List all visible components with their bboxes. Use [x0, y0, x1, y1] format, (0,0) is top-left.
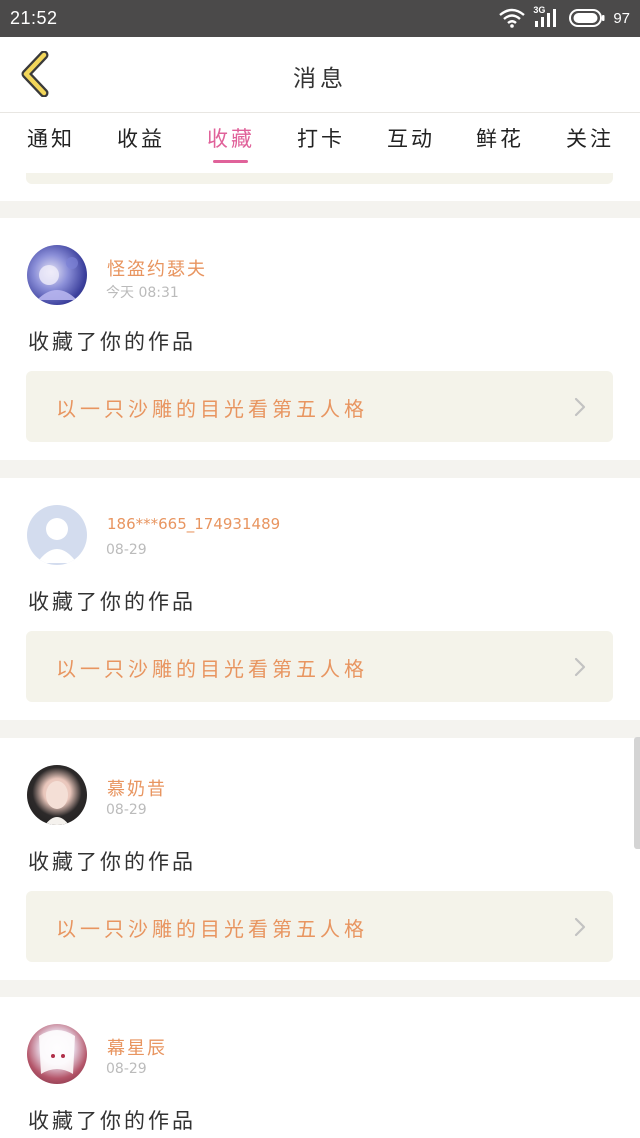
previous-work-link[interactable]	[26, 173, 613, 184]
avatar[interactable]	[27, 1024, 87, 1084]
user-name[interactable]: 幕星辰	[107, 1034, 167, 1060]
tab-interaction[interactable]: 互动	[387, 123, 435, 167]
chevron-right-icon	[574, 397, 586, 417]
message-card: 幕星辰 08-29 收藏了你的作品	[0, 997, 640, 1138]
avatar[interactable]	[27, 765, 87, 825]
default-avatar-icon	[37, 518, 77, 563]
status-icons: 3G 97	[499, 5, 630, 30]
tab-bar: 通知 收益 收藏 打卡 互动 鲜花 关注	[0, 113, 640, 173]
user-name[interactable]: 186***665_174931489	[107, 515, 280, 533]
work-link[interactable]: 以一只沙雕的目光看第五人格	[26, 891, 613, 962]
message-time: 08-29	[106, 1061, 147, 1077]
user-name[interactable]: 怪盗约瑟夫	[107, 255, 207, 281]
message-action: 收藏了你的作品	[28, 590, 196, 614]
avatar[interactable]	[27, 505, 87, 565]
app-header: 消息	[0, 37, 640, 113]
user-name[interactable]: 慕奶昔	[107, 775, 167, 801]
work-link[interactable]: 以一只沙雕的目光看第五人格	[26, 631, 613, 702]
scrollbar[interactable]	[634, 737, 640, 849]
work-title: 以一只沙雕的目光看第五人格	[56, 397, 368, 421]
active-tab-indicator	[213, 160, 248, 163]
avatar[interactable]	[27, 245, 87, 305]
page-title: 消息	[293, 66, 347, 92]
tab-follow[interactable]: 关注	[566, 123, 614, 167]
work-title: 以一只沙雕的目光看第五人格	[56, 657, 368, 681]
chevron-right-icon	[574, 917, 586, 937]
status-time: 21:52	[10, 8, 58, 28]
previous-message-card	[0, 173, 640, 201]
tab-checkin[interactable]: 打卡	[297, 123, 345, 167]
message-action: 收藏了你的作品	[28, 850, 196, 874]
signal-icon: 3G	[533, 5, 561, 29]
message-time: 今天 08:31	[106, 285, 179, 301]
status-bar: 21:52 3G 97	[0, 0, 640, 37]
message-card: 186***665_174931489 08-29 收藏了你的作品 以一只沙雕的…	[0, 478, 640, 720]
wifi-icon	[499, 8, 526, 28]
tab-earnings[interactable]: 收益	[117, 123, 165, 167]
battery-level: 97	[613, 9, 630, 27]
chevron-right-icon	[574, 657, 586, 677]
work-title: 以一只沙雕的目光看第五人格	[56, 917, 368, 941]
message-card: 怪盗约瑟夫 今天 08:31 收藏了你的作品 以一只沙雕的目光看第五人格	[0, 218, 640, 460]
work-link[interactable]: 以一只沙雕的目光看第五人格	[26, 371, 613, 442]
message-card: 慕奶昔 08-29 收藏了你的作品 以一只沙雕的目光看第五人格	[0, 738, 640, 980]
message-action: 收藏了你的作品	[28, 330, 196, 354]
message-time: 08-29	[106, 542, 147, 558]
tab-flowers[interactable]: 鲜花	[476, 123, 524, 167]
message-time: 08-29	[106, 802, 147, 818]
tab-notifications[interactable]: 通知	[27, 123, 75, 167]
message-action: 收藏了你的作品	[28, 1109, 196, 1133]
battery-icon	[569, 9, 605, 27]
